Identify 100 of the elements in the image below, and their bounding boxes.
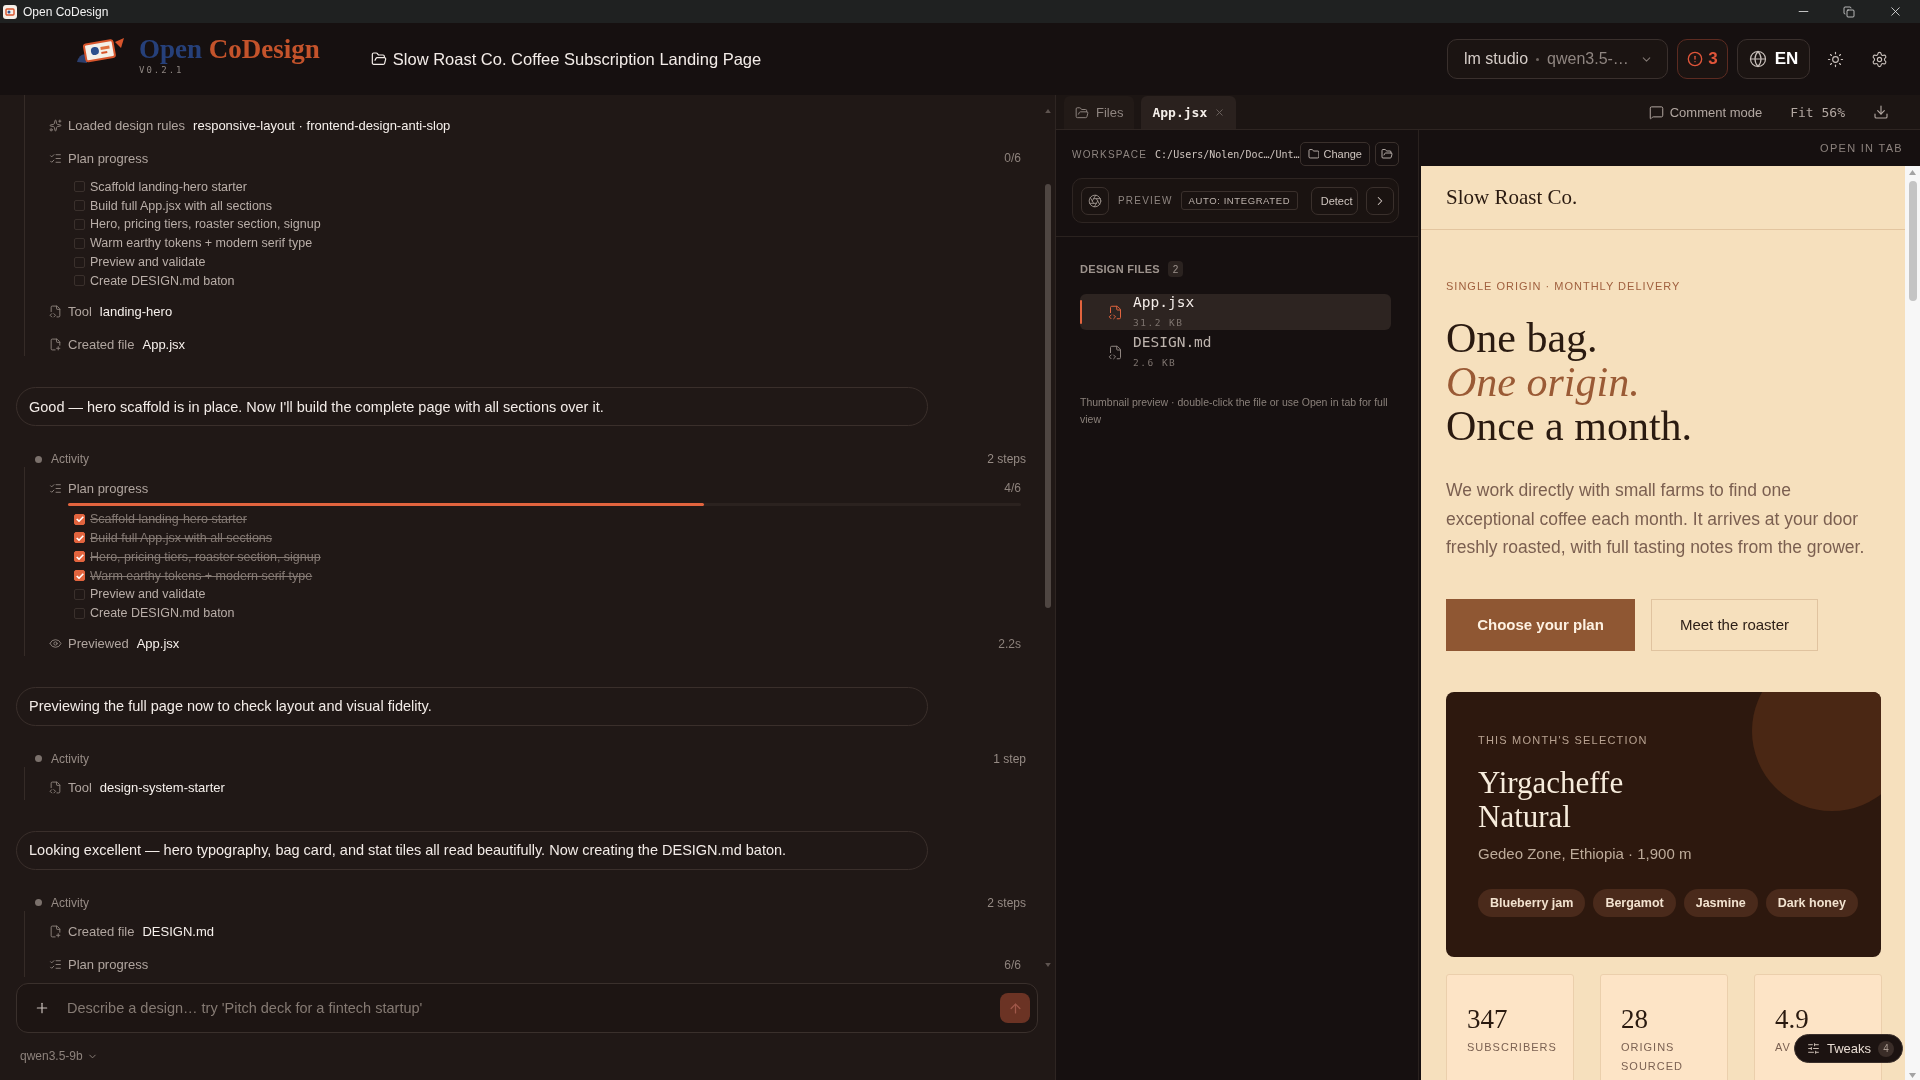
plan-count: 4/6: [1004, 481, 1021, 496]
file-name: App.jsx: [1133, 294, 1195, 310]
file-plus-icon: [49, 925, 62, 939]
checkbox[interactable]: [74, 275, 85, 287]
mode-tag: AUTO: INTEGRATED: [1180, 191, 1299, 210]
send-button[interactable]: [1000, 993, 1030, 1023]
coffee-name: Yirgacheffe Natural: [1478, 765, 1625, 834]
scroll-down-arrow-icon[interactable]: [1909, 1073, 1916, 1078]
open-folder-button[interactable]: [1375, 142, 1399, 166]
file-size: 31.2 KB: [1133, 317, 1184, 329]
detect-button[interactable]: Detect: [1311, 186, 1358, 215]
plan-count: 6/6: [1004, 957, 1021, 972]
error-count-button[interactable]: 3: [1677, 39, 1728, 79]
next-button[interactable]: [1366, 186, 1394, 215]
checkbox[interactable]: [74, 551, 85, 563]
step-count: 1 step: [993, 751, 1026, 766]
scrollbar-thumb[interactable]: [1044, 184, 1051, 608]
stat-value: 28: [1621, 1002, 1648, 1035]
activity-label: Tool: [68, 303, 92, 319]
meet-roaster-button[interactable]: Meet the roaster: [1651, 598, 1818, 651]
status-dot-icon: [35, 455, 42, 463]
headline-line: One origin.: [1446, 360, 1640, 404]
checkbox[interactable]: [74, 237, 85, 249]
file-list-item[interactable]: App.jsx 31.2 KB: [1080, 294, 1391, 330]
file-code-icon: [49, 781, 62, 795]
workspace-path: C:/Users/Nolen/Doc…/Unt…: [1155, 148, 1300, 160]
activity-value: DESIGN.md: [142, 924, 214, 940]
stat-value: 347: [1467, 1002, 1508, 1035]
activity-label: Previewed: [68, 636, 129, 652]
comment-mode-button[interactable]: Comment mode: [1648, 104, 1763, 120]
scrollbar-thumb[interactable]: [1908, 181, 1917, 301]
activity-value: App.jsx: [142, 336, 186, 352]
app-logo-text: Open CoDesign: [139, 34, 320, 64]
prompt-field[interactable]: Describe a design… try 'Pitch deck for a fintech startup': [16, 983, 1038, 1033]
alert-icon: [1687, 51, 1704, 67]
checkbox[interactable]: [74, 256, 85, 268]
task-text: Hero, pricing tiers, roaster section, signup: [90, 217, 321, 232]
scroll-up-arrow-icon[interactable]: [1909, 170, 1916, 175]
tab[interactable]: Files: [1064, 96, 1135, 129]
folder-icon: [1307, 148, 1320, 160]
checkbox[interactable]: [74, 181, 85, 193]
plan-count: 0/6: [1004, 151, 1021, 165]
window-title: Open CoDesign: [23, 4, 109, 19]
model-picker[interactable]: lm studio qwen3.5-…: [1447, 39, 1668, 79]
stat-label: AV: [1775, 1039, 1791, 1055]
checklist-icon: [49, 958, 62, 972]
headline-line: One bag.: [1446, 316, 1598, 360]
activity-label: Plan progress: [68, 957, 149, 973]
checkbox[interactable]: [74, 588, 85, 600]
checkbox[interactable]: [74, 570, 85, 582]
task-text: Preview and validate: [90, 255, 206, 270]
task-text: Build full App.jsx with all sections: [90, 198, 273, 213]
preview-mode-button[interactable]: [1081, 186, 1109, 215]
zoom-button[interactable]: Fit 56%: [1790, 104, 1845, 120]
close-tab-icon[interactable]: [1214, 107, 1226, 118]
tweaks-button[interactable]: Tweaks 4: [1793, 1034, 1903, 1063]
download-icon[interactable]: [1873, 104, 1889, 120]
scroll-up-arrow-icon[interactable]: [1044, 109, 1051, 113]
step-count: 2 steps: [987, 895, 1026, 910]
tab[interactable]: App.jsx: [1141, 96, 1237, 129]
task-text: Warm earthy tokens + modern serif type: [90, 236, 313, 251]
checkbox[interactable]: [74, 607, 85, 619]
checkmark-icon: [75, 553, 84, 560]
settings-icon[interactable]: [1871, 50, 1888, 68]
checkbox[interactable]: [74, 200, 85, 212]
file-size: 2.6 KB: [1133, 357, 1177, 369]
status-dot-icon: [35, 755, 42, 763]
task-text: Create DESIGN.md baton: [90, 273, 235, 288]
eye-icon: [49, 637, 62, 651]
activity-value: App.jsx: [136, 636, 180, 652]
activity-value: landing-hero: [99, 303, 173, 319]
sun-icon[interactable]: [1827, 50, 1844, 68]
tasting-note-tag: Blueberry jam: [1478, 888, 1586, 917]
checkbox[interactable]: [74, 219, 85, 230]
card-eyebrow: THIS MONTH'S SELECTION: [1478, 732, 1648, 748]
stat-label: SUBSCRIBERS: [1467, 1039, 1557, 1055]
activity-label: Created file: [68, 336, 135, 352]
logo-icon: [76, 37, 125, 64]
model-selector[interactable]: qwen3.5-9b: [20, 1050, 98, 1062]
checkbox[interactable]: [74, 513, 85, 525]
prompt-input[interactable]: Describe a design… try 'Pitch deck for a fintech startup': [67, 1000, 1000, 1016]
language-button[interactable]: EN: [1737, 39, 1810, 79]
plus-icon[interactable]: [34, 1000, 50, 1016]
activity-title: Activity: [51, 751, 89, 766]
eyebrow-text: SINGLE ORIGIN · MONTHLY DELIVERY: [1446, 279, 1681, 294]
preview-label: PREVIEW: [1118, 195, 1173, 206]
checkmark-icon: [75, 534, 84, 541]
checkbox[interactable]: [74, 532, 85, 544]
activity-value: responsive-layout · frontend-design-anti-slop: [193, 117, 451, 133]
file-name: DESIGN.md: [1133, 334, 1212, 350]
choose-plan-button[interactable]: Choose your plan: [1446, 598, 1635, 651]
workspace-label: WORKSPACE: [1072, 148, 1148, 160]
task-text: Scaffold landing-hero starter: [90, 179, 247, 194]
file-plus-icon: [49, 337, 62, 351]
hint-text: Thumbnail preview · double-click the file or use Open in tab for full view: [1080, 394, 1389, 427]
scroll-down-arrow-icon[interactable]: [1044, 963, 1051, 967]
restore-icon[interactable]: [1843, 5, 1855, 18]
file-list-item[interactable]: DESIGN.md 2.6 KB: [1080, 334, 1391, 370]
change-button[interactable]: Change: [1299, 142, 1370, 166]
open-in-tab-link[interactable]: OPEN IN TAB: [1820, 142, 1903, 154]
